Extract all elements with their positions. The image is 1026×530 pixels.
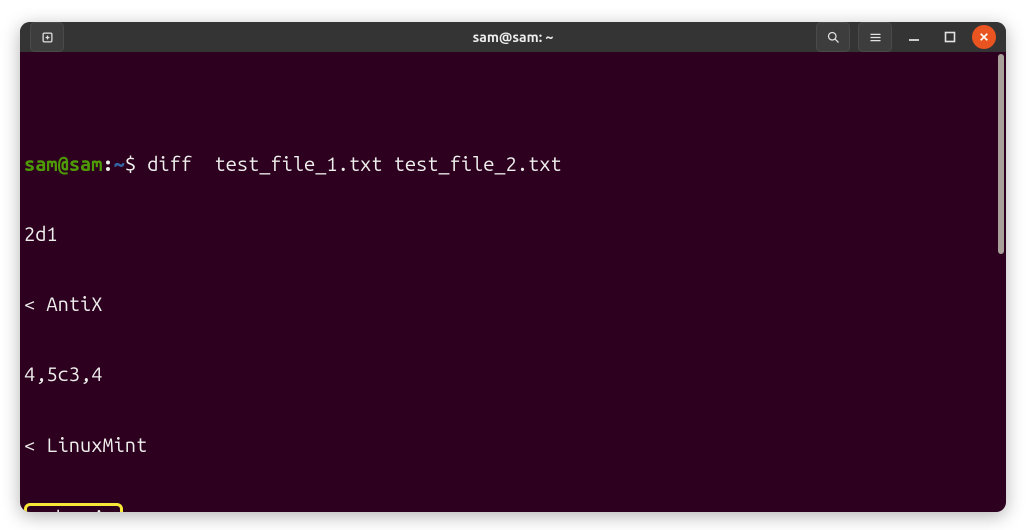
terminal-window: sam@sam: ~ bbox=[20, 22, 1006, 512]
minimize-icon bbox=[908, 31, 920, 43]
search-icon bbox=[826, 30, 841, 45]
maximize-icon bbox=[944, 31, 956, 43]
scrollbar-thumb[interactable] bbox=[998, 54, 1004, 254]
titlebar: sam@sam: ~ bbox=[20, 22, 1006, 52]
prompt-dollar: $ bbox=[125, 152, 136, 175]
maximize-button[interactable] bbox=[936, 23, 964, 51]
new-tab-button[interactable] bbox=[30, 22, 64, 52]
menu-button[interactable] bbox=[858, 22, 892, 52]
output-line: 4,5c3,4 bbox=[24, 362, 1006, 385]
yellow-highlight: < deepin bbox=[24, 503, 123, 512]
output-text: deepin bbox=[38, 506, 116, 512]
output-line: 2d1 bbox=[24, 222, 1006, 245]
prompt-host: sam bbox=[69, 152, 103, 175]
prompt-user: sam bbox=[24, 152, 58, 175]
close-button[interactable] bbox=[972, 25, 996, 49]
titlebar-right bbox=[816, 22, 996, 52]
terminal-body[interactable]: sam@sam:~$ diff test_file_1.txt test_fil… bbox=[20, 52, 1006, 512]
prompt-line-1: sam@sam:~$ diff test_file_1.txt test_fil… bbox=[24, 152, 1006, 175]
prompt-colon: : bbox=[102, 152, 113, 175]
new-tab-icon bbox=[40, 30, 55, 45]
search-button[interactable] bbox=[816, 22, 850, 52]
command-1: diff test_file_1.txt test_file_2.txt bbox=[147, 152, 561, 175]
output-line: < AntiX bbox=[24, 292, 1006, 315]
close-icon bbox=[979, 32, 989, 42]
minimize-button[interactable] bbox=[900, 23, 928, 51]
prompt-path: ~ bbox=[114, 152, 125, 175]
output-mark: < bbox=[27, 506, 38, 512]
prompt-at: @ bbox=[58, 152, 69, 175]
output-line-highlighted: < deepin bbox=[24, 503, 1006, 512]
hamburger-icon bbox=[868, 30, 883, 45]
output-line: < LinuxMint bbox=[24, 433, 1006, 456]
